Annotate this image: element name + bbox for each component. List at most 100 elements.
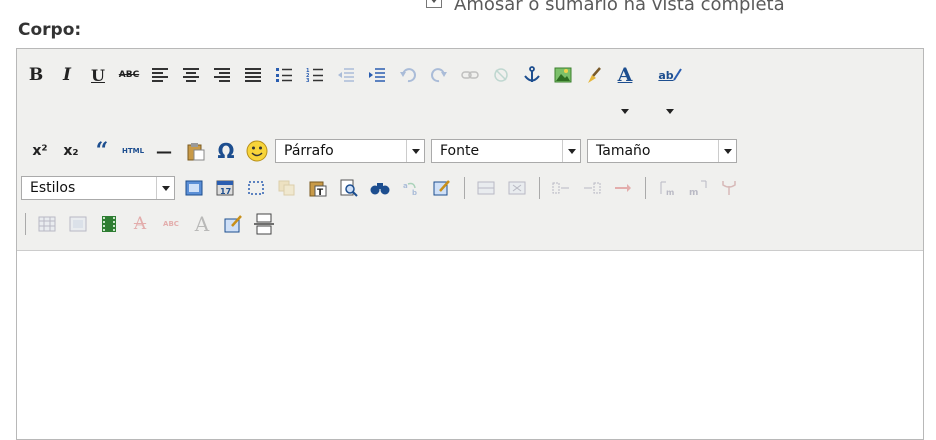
dropdown-toggle-icon[interactable] — [426, 0, 442, 8]
table-cell-icon — [69, 216, 87, 232]
svg-text:a: a — [403, 182, 408, 190]
insert-col-after-button[interactable] — [579, 175, 605, 201]
emoticon-button[interactable] — [244, 138, 270, 164]
styles-select[interactable]: Estilos — [21, 176, 175, 200]
font-color-letter: A — [617, 64, 633, 86]
toolbar-separator — [464, 177, 465, 199]
show-summary-label: Amosar o sumario na vista completa — [454, 0, 785, 15]
special-character-button[interactable]: Ω — [213, 138, 239, 164]
find-button[interactable] — [367, 175, 393, 201]
align-left-icon — [152, 68, 168, 82]
rich-text-editor: B I U ABC 123 A ab x² x₂ “ HTML — Ω Párr… — [16, 48, 924, 440]
unlink-button[interactable] — [488, 62, 514, 88]
toolbar-row-2: x² x₂ “ HTML — Ω Párrafo Fonte Tamaño — [27, 134, 743, 168]
paste-text-icon: T — [309, 181, 327, 197]
paste-button[interactable] — [182, 138, 208, 164]
calendar-icon: 17 — [216, 180, 234, 196]
clipboard-icon — [187, 143, 205, 161]
paste-text-button[interactable]: T — [305, 175, 331, 201]
indent-button[interactable] — [364, 62, 390, 88]
align-justify-icon — [245, 68, 261, 82]
insert-table-button[interactable] — [34, 211, 60, 237]
toolbar-row-3: Estilos 17 T ab m m — [21, 171, 747, 205]
delete-col-button[interactable] — [610, 175, 636, 201]
replace-button[interactable]: ab — [398, 175, 424, 201]
table-props-button[interactable] — [716, 175, 742, 201]
split-cells-button[interactable]: m — [654, 175, 680, 201]
cleanup-button[interactable] — [581, 62, 607, 88]
underline-label: U — [91, 65, 105, 85]
size-dropdown-arrow-icon[interactable] — [718, 140, 736, 162]
insert-layer-button[interactable] — [181, 175, 207, 201]
special-character-label: Ω — [217, 139, 235, 163]
superscript-button[interactable]: x² — [27, 138, 53, 164]
align-center-button[interactable] — [178, 62, 204, 88]
font-dropdown-arrow-icon[interactable] — [562, 140, 580, 162]
format-select[interactable]: Párrafo — [275, 139, 425, 163]
broom-icon — [588, 67, 601, 83]
font-text-letter: A — [194, 212, 210, 236]
toolbar-row-1: B I U ABC 123 A ab — [23, 58, 688, 114]
underline-button[interactable]: U — [85, 62, 111, 88]
editor-toolbar: B I U ABC 123 A ab x² x₂ “ HTML — Ω Párr… — [17, 49, 923, 251]
insert-date-button[interactable]: 17 — [212, 175, 238, 201]
column-delete-icon — [615, 184, 631, 192]
undo-button[interactable] — [395, 62, 421, 88]
bold-label: B — [28, 65, 44, 85]
blockquote-button[interactable]: “ — [89, 138, 115, 164]
font-color-arrow-icon[interactable] — [621, 109, 629, 114]
size-select[interactable]: Tamaño — [587, 139, 737, 163]
svg-text:m: m — [666, 188, 674, 196]
bold-button[interactable]: B — [23, 62, 49, 88]
editor-content-area[interactable] — [17, 251, 923, 439]
edit-attributes-button[interactable] — [429, 175, 455, 201]
bullet-list-button[interactable] — [271, 62, 297, 88]
horizontal-rule-label: — — [156, 141, 172, 161]
strikethrough-label: ABC — [118, 70, 140, 80]
toolbar-separator — [539, 177, 540, 199]
insert-row-button[interactable] — [473, 175, 499, 201]
template-icon — [224, 215, 242, 233]
anchor-button[interactable] — [519, 62, 545, 88]
styles-dropdown-arrow-icon[interactable] — [156, 177, 174, 199]
visual-aid-button[interactable] — [243, 175, 269, 201]
preview-button[interactable] — [336, 175, 362, 201]
insert-media-button[interactable] — [96, 211, 122, 237]
font-select[interactable]: Fonte — [431, 139, 581, 163]
link-icon — [461, 71, 479, 79]
outdent-button[interactable] — [333, 62, 359, 88]
show-summary-option[interactable]: Amosar o sumario na vista completa — [426, 0, 785, 15]
blockquote-label: “ — [95, 138, 109, 164]
align-left-button[interactable] — [147, 62, 173, 88]
page-break-button[interactable] — [251, 211, 277, 237]
strikeout-text-button[interactable]: A — [127, 211, 153, 237]
highlight-color-button[interactable]: ab — [657, 62, 683, 114]
font-color-button[interactable]: A — [612, 62, 638, 114]
italic-button[interactable]: I — [54, 62, 80, 88]
insert-image-button[interactable] — [550, 62, 576, 88]
horizontal-rule-button[interactable]: — — [151, 138, 177, 164]
format-dropdown-arrow-icon[interactable] — [406, 140, 424, 162]
align-right-button[interactable] — [209, 62, 235, 88]
html-source-button[interactable]: HTML — [120, 138, 146, 164]
link-button[interactable] — [457, 62, 483, 88]
highlight-color-arrow-icon[interactable] — [666, 109, 674, 114]
numbered-list-button[interactable]: 123 — [302, 62, 328, 88]
redo-button[interactable] — [426, 62, 452, 88]
align-justify-button[interactable] — [240, 62, 266, 88]
strikethrough-button[interactable]: ABC — [116, 62, 142, 88]
table-cell-button[interactable] — [65, 211, 91, 237]
subscript-button[interactable]: x₂ — [58, 138, 84, 164]
delete-row-button[interactable] — [504, 175, 530, 201]
insert-col-before-button[interactable] — [548, 175, 574, 201]
template-button[interactable] — [220, 211, 246, 237]
size-select-value: Tamaño — [596, 143, 651, 159]
svg-text:T: T — [317, 188, 324, 197]
abbreviation-label: ABC — [163, 220, 179, 228]
merge-cells-button[interactable]: m — [685, 175, 711, 201]
binoculars-icon — [370, 183, 390, 195]
strikeout-letter: A — [133, 214, 147, 234]
copy-button[interactable] — [274, 175, 300, 201]
font-text-button[interactable]: A — [189, 211, 215, 237]
abbreviation-button[interactable]: ABC — [158, 211, 184, 237]
